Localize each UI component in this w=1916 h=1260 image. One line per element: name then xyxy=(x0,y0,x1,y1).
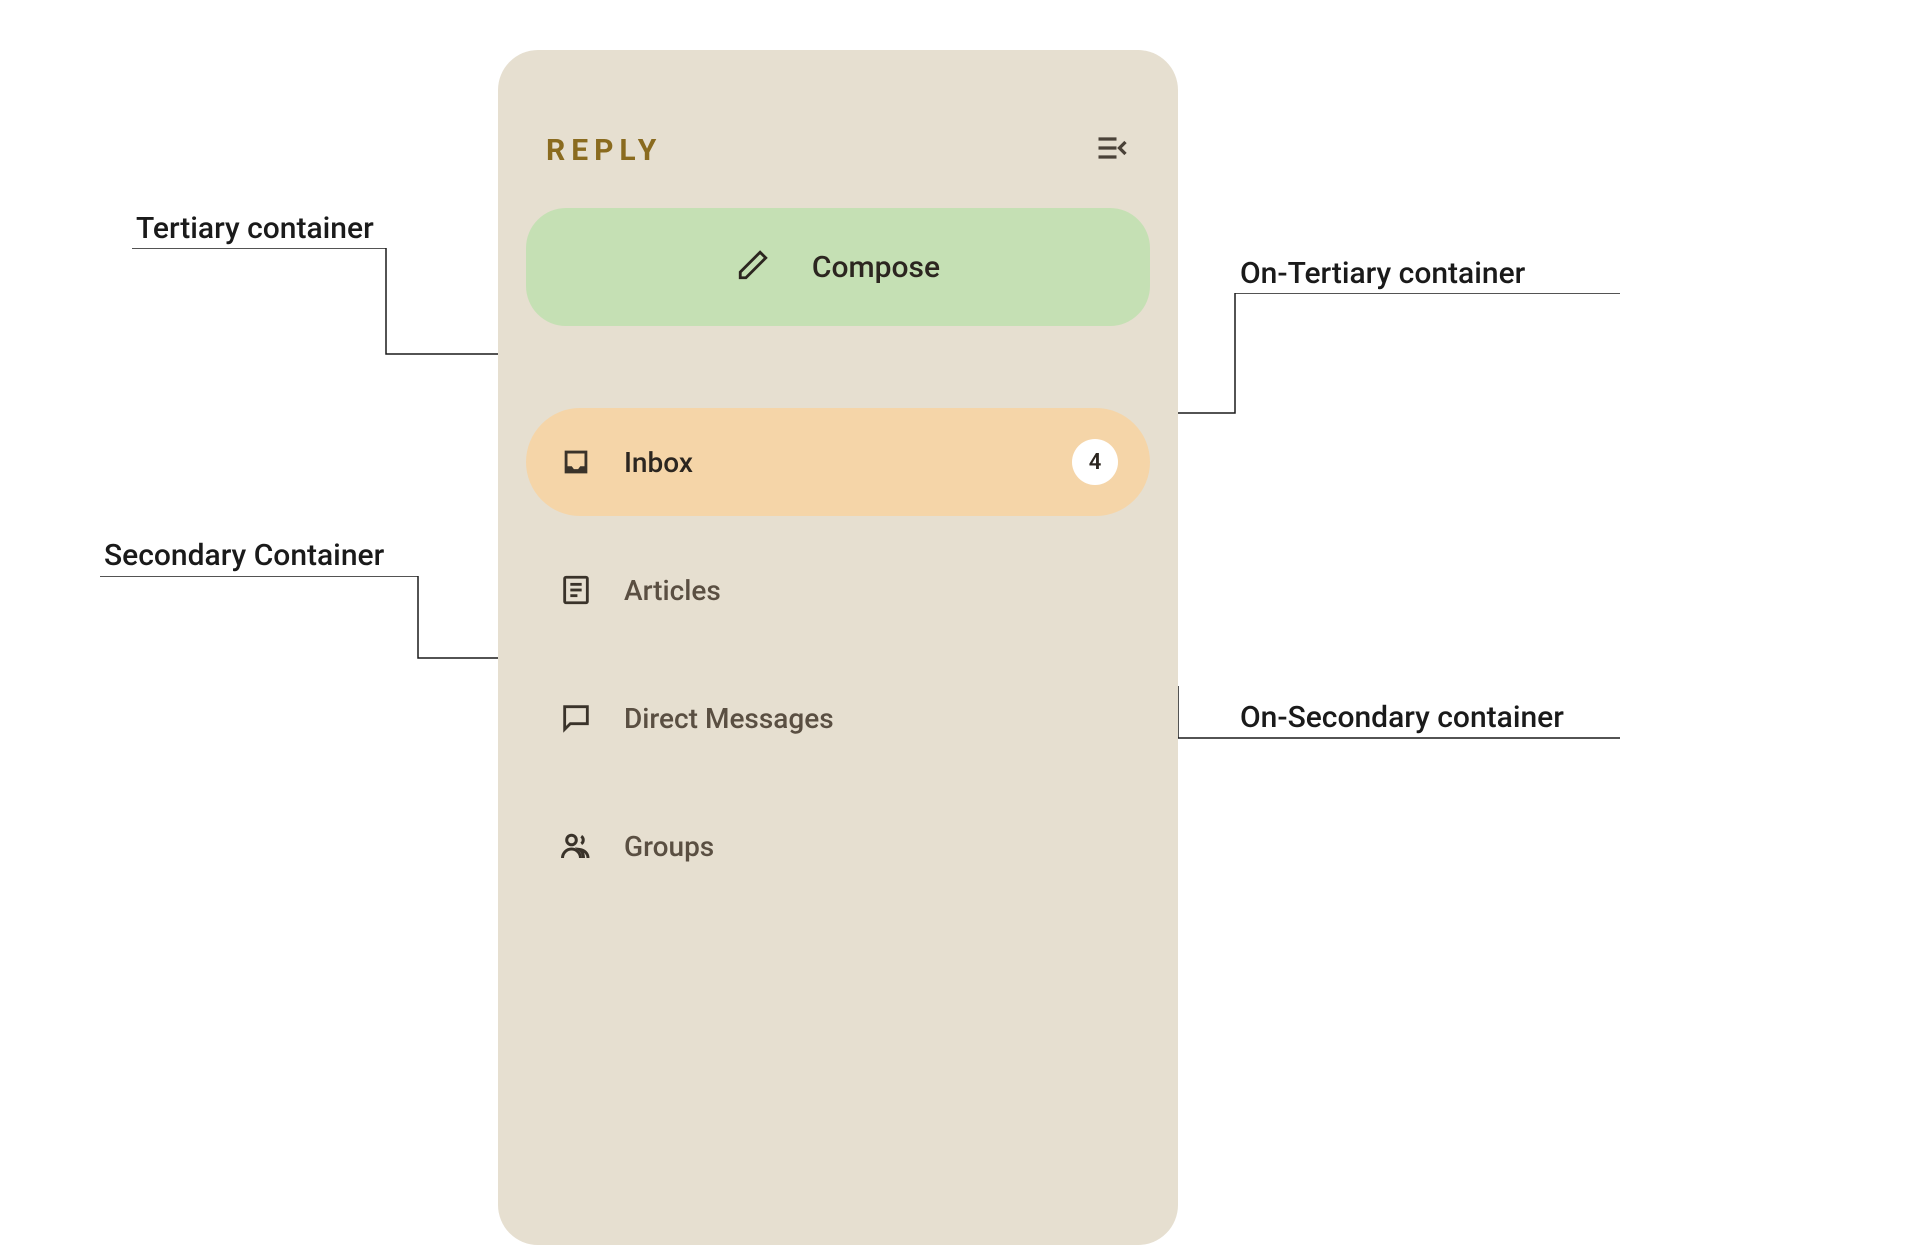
chat-icon xyxy=(558,700,594,736)
nav-label-direct-messages: Direct Messages xyxy=(624,702,1118,735)
annotation-tertiary: Tertiary container xyxy=(136,211,374,246)
nav-label-articles: Articles xyxy=(624,574,1118,607)
brand-label: REPLY xyxy=(546,133,662,168)
inbox-icon xyxy=(558,444,594,480)
nav-label-groups: Groups xyxy=(624,830,1118,863)
groups-icon xyxy=(558,828,594,864)
compose-label: Compose xyxy=(812,250,940,285)
pencil-icon xyxy=(736,248,770,286)
nav-item-groups[interactable]: Groups xyxy=(526,792,1150,900)
compose-button[interactable]: Compose xyxy=(526,208,1150,326)
drawer-header: REPLY xyxy=(526,80,1150,180)
nav-item-articles[interactable]: Articles xyxy=(526,536,1150,644)
navigation-drawer: REPLY Compose xyxy=(498,50,1178,1245)
annotation-on-tertiary: On-Tertiary container xyxy=(1240,256,1525,291)
nav-list: Inbox 4 Articles xyxy=(526,408,1150,900)
nav-label-inbox: Inbox xyxy=(624,446,1042,479)
nav-item-direct-messages[interactable]: Direct Messages xyxy=(526,664,1150,772)
article-icon xyxy=(558,572,594,608)
menu-collapse-icon[interactable] xyxy=(1094,130,1130,170)
nav-item-inbox[interactable]: Inbox 4 xyxy=(526,408,1150,516)
annotation-secondary: Secondary Container xyxy=(104,538,384,573)
inbox-badge: 4 xyxy=(1072,439,1118,485)
